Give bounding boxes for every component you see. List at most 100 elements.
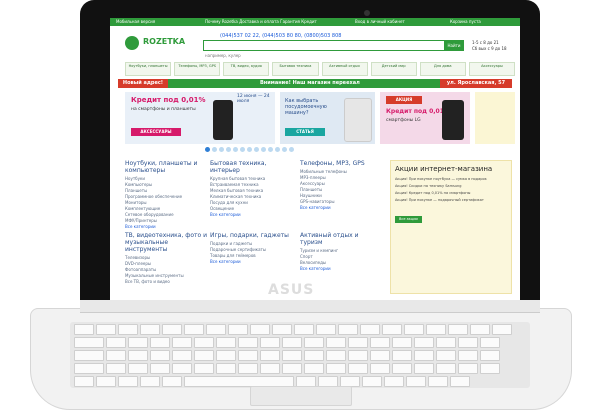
topbar-links[interactable]: Почему Rozetka Доставка и оплата Гаранти… — [205, 18, 317, 26]
touchpad — [250, 386, 352, 406]
article-banner[interactable]: Как выбрать посудомоечную машину? СТАТЬЯ — [280, 92, 375, 144]
login-link[interactable]: Вход в личный кабинет — [355, 18, 405, 26]
key — [74, 350, 104, 361]
carousel-dots — [205, 147, 294, 152]
key — [128, 350, 148, 361]
key — [360, 324, 380, 335]
category-tab[interactable]: ТВ, видео, аудио — [223, 62, 270, 76]
column-title[interactable]: ТВ, видеотехника, фото и музыкальные инс… — [125, 232, 207, 253]
all-categories-link[interactable]: Все категории — [125, 224, 207, 230]
promotion-item[interactable]: Акция! Скидки на технику Samsung — [395, 184, 507, 189]
key — [260, 363, 280, 374]
key — [406, 376, 426, 387]
new-address-label: Новый адрес! — [118, 79, 168, 88]
carousel-dot[interactable] — [240, 147, 245, 152]
promo-banner[interactable]: АКЦИЯ Кредит под 0,01% смартфоны LG — [380, 92, 470, 144]
key — [206, 324, 226, 335]
key — [404, 324, 424, 335]
search-input[interactable] — [203, 40, 445, 51]
search-button[interactable]: Найти — [444, 40, 464, 51]
accessories-button[interactable]: АКСЕССУАРЫ — [131, 128, 181, 136]
key — [304, 363, 324, 374]
carousel-dot[interactable] — [247, 147, 252, 152]
category-tabs: Ноутбуки, планшеты Телефоны, MP3, GPS ТВ… — [125, 62, 515, 76]
key — [96, 324, 116, 335]
promotion-item[interactable]: Акция! При покупке — подарочный сертифик… — [395, 198, 507, 203]
promotions-box: Акции интернет-магазина Акция! При покуп… — [390, 160, 512, 294]
column-title[interactable]: Телефоны, MP3, GPS — [300, 160, 382, 167]
carousel-dot[interactable] — [282, 147, 287, 152]
category-tab[interactable]: Ноутбуки, планшеты — [125, 62, 172, 76]
key — [106, 337, 126, 348]
address-label[interactable]: ул. Ярославская, 57 — [440, 79, 512, 88]
category-tab[interactable]: Активный отдых — [321, 62, 368, 76]
carousel-dot[interactable] — [289, 147, 294, 152]
credit-banner[interactable]: Кредит под 0,01% на смартфоны и планшеты… — [125, 92, 275, 144]
side-banner[interactable] — [475, 92, 515, 144]
key — [414, 363, 434, 374]
key — [480, 337, 500, 348]
category-tab[interactable]: Бытовая техника — [272, 62, 319, 76]
key — [294, 324, 314, 335]
key — [316, 324, 336, 335]
all-categories-link[interactable]: Все категории — [300, 266, 382, 272]
key — [426, 324, 446, 335]
site-logo[interactable]: ROZETKA — [125, 35, 195, 51]
category-tab[interactable]: Для дома — [419, 62, 466, 76]
carousel-dot[interactable] — [254, 147, 259, 152]
carousel-dot[interactable] — [219, 147, 224, 152]
logo-text: ROZETKA — [143, 37, 186, 46]
all-categories-link[interactable]: Все категории — [210, 259, 292, 265]
key — [282, 337, 302, 348]
column-title[interactable]: Игры, подарки, гаджеты — [210, 232, 292, 239]
key — [162, 376, 182, 387]
key — [272, 324, 292, 335]
column-title[interactable]: Активный отдых и туризм — [300, 232, 382, 246]
article-button[interactable]: СТАТЬЯ — [285, 128, 325, 136]
key — [172, 350, 192, 361]
mobile-version-link[interactable]: Мобильная версия — [116, 18, 155, 26]
key — [436, 337, 456, 348]
key — [194, 337, 214, 348]
key — [228, 324, 248, 335]
all-categories-link[interactable]: Все категории — [300, 205, 382, 211]
key — [326, 337, 346, 348]
key — [96, 376, 116, 387]
all-promotions-button[interactable]: Все акции — [395, 216, 422, 223]
key — [282, 363, 302, 374]
column-title[interactable]: Ноутбуки, планшеты и компьютеры — [125, 160, 207, 174]
laptop: Мобильная версия Почему Rozetka Доставка… — [0, 0, 600, 414]
key — [458, 350, 478, 361]
key — [74, 324, 94, 335]
promotions-title[interactable]: Акции интернет-магазина — [395, 165, 507, 173]
carousel-dot[interactable] — [233, 147, 238, 152]
key — [382, 324, 402, 335]
laptop-base — [0, 300, 600, 414]
promotion-item[interactable]: Акция! Кредит под 0,01% на смартфоны — [395, 191, 507, 196]
key — [128, 363, 148, 374]
category-tab[interactable]: Аксессуары — [468, 62, 515, 76]
carousel-dot[interactable] — [205, 147, 210, 152]
key-row — [74, 363, 500, 374]
carousel-dot[interactable] — [275, 147, 280, 152]
key — [436, 363, 456, 374]
column-title[interactable]: Бытовая техника, интерьер — [210, 160, 292, 174]
key — [470, 324, 490, 335]
all-categories-link[interactable]: Все категории — [210, 212, 292, 218]
promotion-item[interactable]: Акция! При покупке ноутбука — сумка в по… — [395, 177, 507, 182]
carousel-dot[interactable] — [261, 147, 266, 152]
carousel-dot[interactable] — [268, 147, 273, 152]
carousel-dot[interactable] — [212, 147, 217, 152]
key — [74, 337, 104, 348]
carousel-dot[interactable] — [226, 147, 231, 152]
key — [370, 337, 390, 348]
key — [304, 337, 324, 348]
column-link[interactable]: Все ТВ, фото и видео — [125, 279, 207, 285]
category-tab[interactable]: Детский мир — [370, 62, 417, 76]
cart-link[interactable]: Корзина пуста — [450, 18, 481, 26]
key — [140, 324, 160, 335]
category-tab[interactable]: Телефоны, MP3, GPS — [174, 62, 221, 76]
webcam-icon — [364, 10, 370, 16]
key — [282, 350, 302, 361]
banner-dates: 12 июня — 24 июля — [237, 94, 270, 104]
